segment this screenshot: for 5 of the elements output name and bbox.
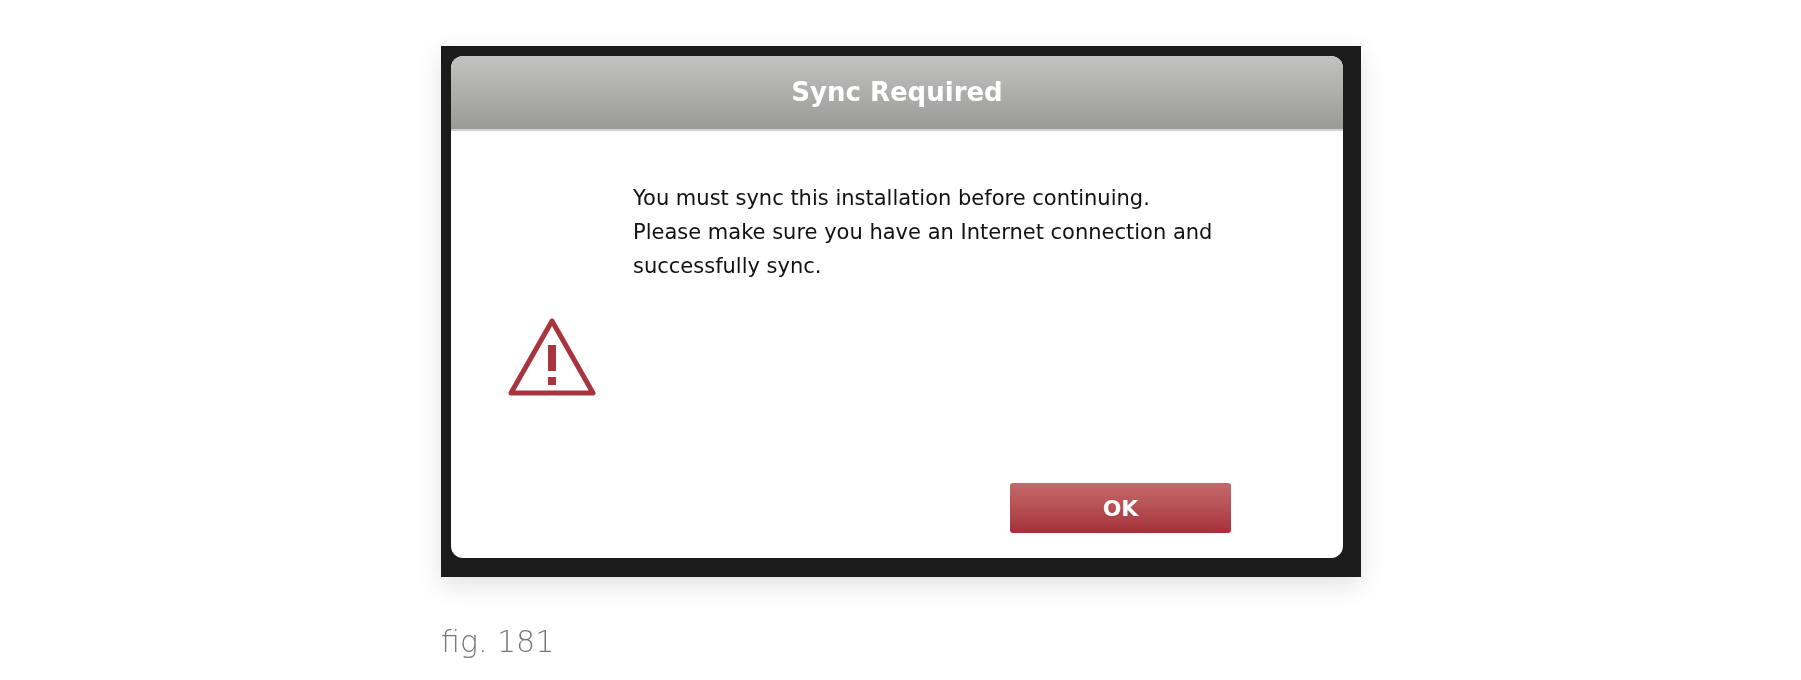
ok-button[interactable]: OK — [1010, 483, 1231, 533]
warning-icon — [507, 317, 597, 397]
dialog-title: Sync Required — [791, 76, 1003, 109]
dialog-message: You must sync this installation before continuing. Please make sure you have an Internet connection and successfully sync. — [633, 185, 1213, 280]
figure-caption: fig. 181 — [441, 623, 556, 661]
